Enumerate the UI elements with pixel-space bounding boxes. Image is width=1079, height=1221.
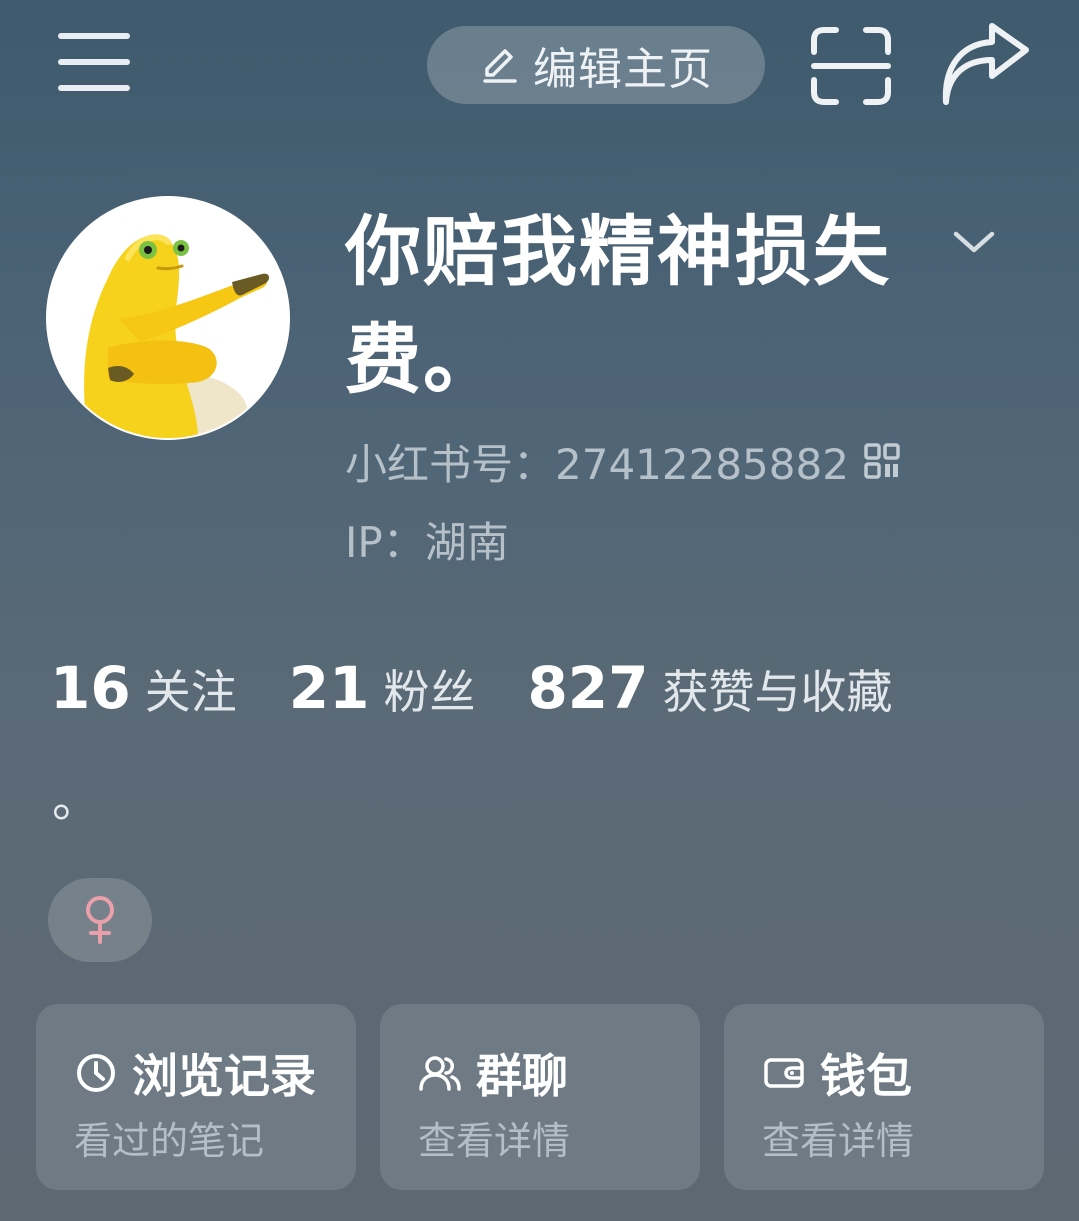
yellow-creature-avatar [48, 198, 288, 438]
chevron-down-icon [953, 231, 995, 253]
group-chat-card[interactable]: 群聊 查看详情 [380, 1004, 700, 1190]
stats-row: 16 关注 21 粉丝 827 获赞与收藏 [50, 648, 945, 728]
bio-text[interactable]: 。 [52, 770, 100, 830]
likes-collections-count: 827 [527, 654, 649, 722]
browse-history-title: 浏览记录 [132, 1049, 316, 1103]
menu-button[interactable] [50, 22, 140, 102]
pencil-icon [483, 49, 517, 83]
gender-tag: ♀ [48, 878, 152, 962]
group-icon [419, 1056, 461, 1091]
menu-icon [58, 33, 130, 39]
ip-location: IP：湖南 [345, 517, 509, 567]
red-id-text: 小红书号：27412285882 [345, 439, 849, 489]
followers-stat[interactable]: 21 粉丝 [289, 654, 476, 722]
red-id-row: 小红书号：27412285882 [345, 432, 901, 490]
browse-history-card[interactable]: 浏览记录 看过的笔记 [36, 1004, 356, 1190]
share-icon [942, 23, 1029, 105]
followers-label: 粉丝 [383, 665, 476, 719]
wallet-subtitle: 查看详情 [762, 1119, 915, 1163]
group-chat-subtitle: 查看详情 [418, 1119, 571, 1163]
followers-count: 21 [288, 654, 370, 722]
ip-location-row: IP：湖南 [345, 510, 509, 568]
edit-profile-label: 编辑主页 [533, 44, 713, 95]
following-stat[interactable]: 16 关注 [50, 654, 237, 722]
scan-icon [811, 27, 891, 105]
qr-code-icon[interactable] [863, 442, 901, 480]
wallet-icon [764, 1058, 804, 1088]
browse-history-subtitle: 看过的笔记 [74, 1119, 265, 1163]
following-label: 关注 [144, 665, 237, 719]
edit-profile-button[interactable]: 编辑主页 [427, 26, 765, 104]
clock-icon [77, 1054, 115, 1092]
likes-collections-label: 获赞与收藏 [662, 665, 893, 719]
wallet-card[interactable]: 钱包 查看详情 [724, 1004, 1044, 1190]
following-count: 16 [50, 654, 131, 722]
username: 你赔我精神损失费。 [345, 207, 891, 404]
wallet-title: 钱包 [820, 1049, 912, 1103]
likes-collections-stat[interactable]: 827 获赞与收藏 [527, 654, 892, 722]
account-switch-button[interactable] [950, 222, 998, 262]
female-icon [86, 896, 114, 944]
avatar[interactable] [46, 196, 290, 440]
group-chat-title: 群聊 [476, 1049, 568, 1103]
scan-button[interactable] [808, 24, 894, 108]
share-button[interactable] [938, 22, 1034, 108]
